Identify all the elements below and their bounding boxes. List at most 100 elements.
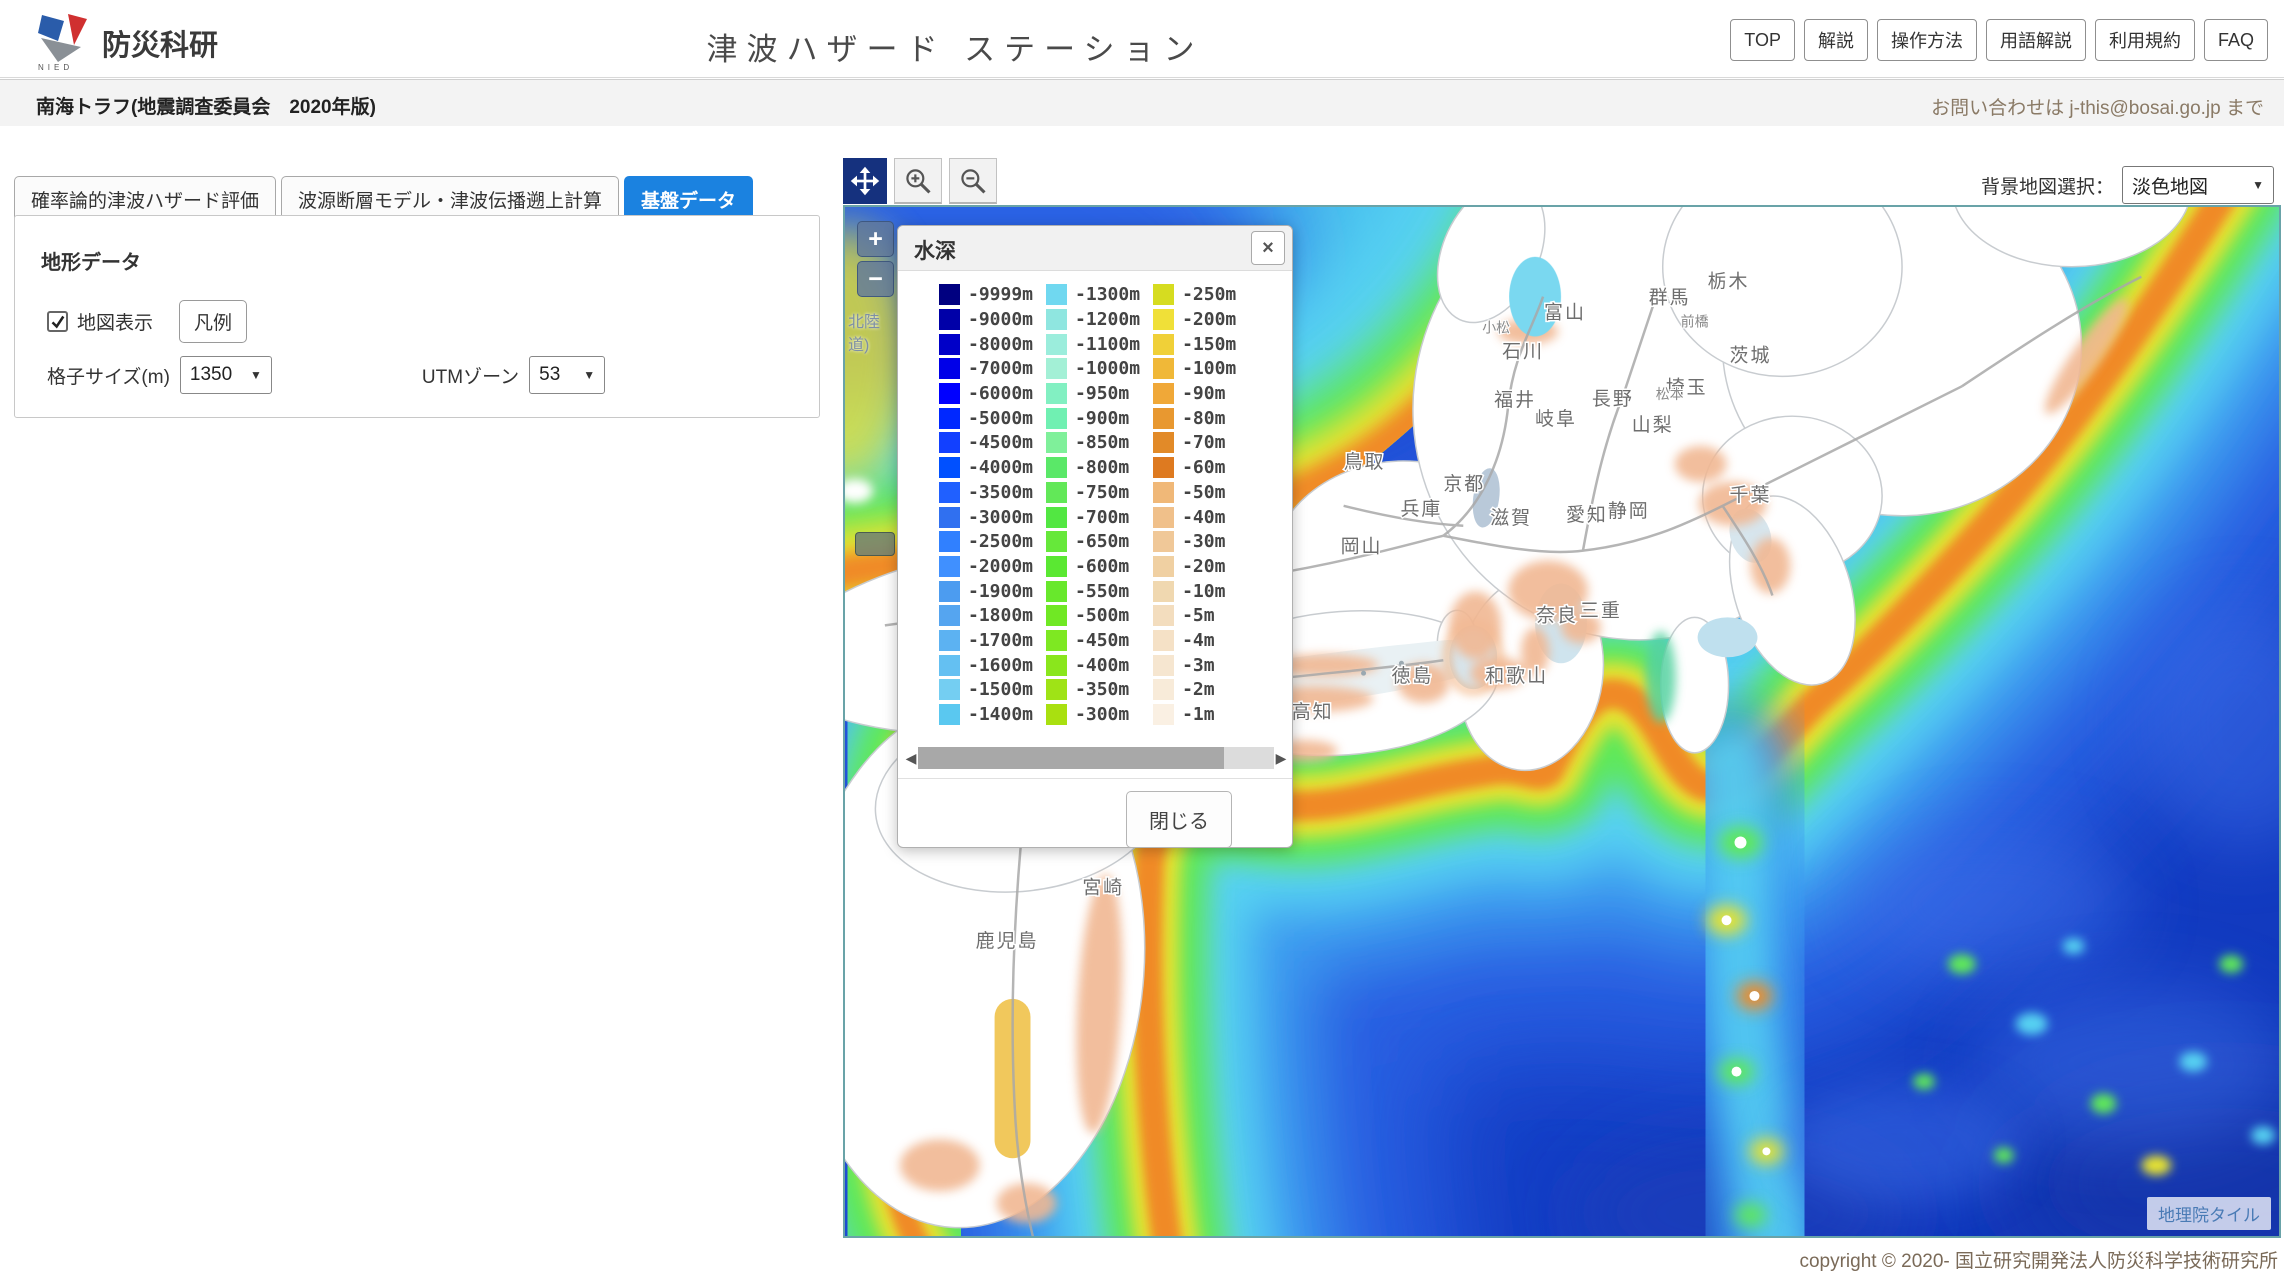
legend-depth-label: -40m <box>1182 507 1225 528</box>
legend-row: -450m <box>1046 630 1140 652</box>
dialog-title: 水深 <box>914 235 956 265</box>
nav-faq-button[interactable]: FAQ <box>2204 19 2268 61</box>
legend-row: -4500m <box>939 432 1033 454</box>
scroll-left-icon[interactable]: ◀ <box>904 750 918 767</box>
legend-swatch <box>1153 309 1174 330</box>
scrollbar-track[interactable] <box>918 747 1274 769</box>
map-label-群馬: 群馬 <box>1649 287 1691 309</box>
depth-legend-dialog: 水深 × -9999m-9000m-8000m-7000m-6000m-5000… <box>897 225 1293 848</box>
map-toolbar <box>843 158 997 204</box>
scrollbar-thumb[interactable] <box>918 747 1224 769</box>
close-icon: × <box>1262 237 1274 260</box>
nav-top-button[interactable]: TOP <box>1730 19 1795 61</box>
horizontal-scrollbar[interactable]: ◀ ▶ <box>904 746 1288 770</box>
legend-depth-label: -30m <box>1182 531 1225 552</box>
legend-swatch <box>1153 704 1174 725</box>
pan-tool-button[interactable] <box>843 158 887 204</box>
legend-swatch <box>939 655 960 676</box>
map-label-鳥取: 鳥取 <box>1344 451 1386 473</box>
legend-row: -2000m <box>939 556 1033 578</box>
map-zoom-in-button[interactable]: + <box>857 221 894 257</box>
legend-depth-label: -100m <box>1182 358 1236 379</box>
map-label-三重: 三重 <box>1580 599 1622 621</box>
legend-row: -1400m <box>939 704 1033 726</box>
map-display-checkbox[interactable] <box>47 311 68 332</box>
legend-column-1: -9999m-9000m-8000m-7000m-6000m-5000m-450… <box>939 284 1033 725</box>
legend-button[interactable]: 凡例 <box>179 300 247 343</box>
legend-row: -5m <box>1153 605 1236 627</box>
map-label-栃木: 栃木 <box>1708 271 1750 293</box>
dialog-close-button[interactable]: 閉じる <box>1126 791 1232 848</box>
map-label-長野: 長野 <box>1592 389 1634 410</box>
legend-swatch <box>939 383 960 404</box>
legend-row: -1800m <box>939 605 1033 627</box>
utm-zone-select[interactable]: 53 ▼ <box>529 356 605 394</box>
map-attribution[interactable]: 地理院タイル <box>2147 1197 2271 1230</box>
legend-depth-label: -5000m <box>968 408 1033 429</box>
legend-depth-label: -250m <box>1182 284 1236 305</box>
legend-depth-label: -4500m <box>968 432 1033 453</box>
map-display-label: 地図表示 <box>77 308 153 335</box>
legend-swatch <box>1153 507 1174 528</box>
legend-depth-label: -2000m <box>968 556 1033 577</box>
zoom-out-tool-button[interactable] <box>949 158 997 204</box>
legend-row: -1700m <box>939 630 1033 652</box>
legend-depth-label: -1900m <box>968 581 1033 602</box>
legend-depth-label: -80m <box>1182 408 1225 429</box>
map-city-label-前橋: 前橋 <box>1681 314 1709 330</box>
scroll-right-icon[interactable]: ▶ <box>1274 750 1288 767</box>
legend-row: -1000m <box>1046 358 1140 380</box>
legend-swatch <box>1046 383 1067 404</box>
legend-swatch <box>939 432 960 453</box>
legend-row: -650m <box>1046 531 1140 553</box>
copyright-text: copyright © 2020- 国立研究開発法人防災科学技術研究所 <box>1799 1246 2278 1273</box>
legend-swatch <box>1046 482 1067 503</box>
map-city-label-松本: 松本 <box>1656 386 1684 402</box>
legend-swatch <box>1046 507 1067 528</box>
magnifier-plus-icon <box>903 166 933 196</box>
legend-row: -80m <box>1153 407 1236 429</box>
legend-depth-label: -200m <box>1182 309 1236 330</box>
zoom-in-tool-button[interactable] <box>894 158 942 204</box>
nav-yougokaisetsu-button[interactable]: 用語解説 <box>1986 19 2086 61</box>
basemap-select[interactable]: 淡色地図 ▼ <box>2122 166 2274 204</box>
dialog-header[interactable]: 水深 × <box>898 226 1292 271</box>
map-label-高知: 高知 <box>1292 701 1334 723</box>
legend-depth-label: -1600m <box>968 655 1033 676</box>
legend-depth-label: -9000m <box>968 309 1033 330</box>
nav-kaisetsu-button[interactable]: 解説 <box>1804 19 1868 61</box>
legend-swatch <box>1153 531 1174 552</box>
legend-swatch <box>939 556 960 577</box>
basemap-selector-row: 背景地図選択： 淡色地図 ▼ <box>1981 166 2274 204</box>
map-city-label-小松: 小松 <box>1482 320 1510 336</box>
legend-swatch <box>939 358 960 379</box>
legend-depth-label: -1700m <box>968 630 1033 651</box>
nav-riyoukiyaku-button[interactable]: 利用規約 <box>2095 19 2195 61</box>
chevron-down-icon: ▼ <box>250 368 262 382</box>
legend-row: -300m <box>1046 704 1140 726</box>
legend-swatch <box>1046 556 1067 577</box>
grid-size-select[interactable]: 1350 ▼ <box>180 356 272 394</box>
legend-swatch <box>939 704 960 725</box>
legend-swatch <box>939 482 960 503</box>
utm-zone-label: UTMゾーン <box>422 362 519 389</box>
map-label-鹿児島: 鹿児島 <box>976 930 1039 952</box>
map-label-岐阜: 岐阜 <box>1535 408 1577 430</box>
legend-depth-label: -10m <box>1182 581 1225 602</box>
legend-swatch <box>1046 284 1067 305</box>
legend-depth-label: -70m <box>1182 432 1225 453</box>
legend-row: -550m <box>1046 580 1140 602</box>
legend-row: -90m <box>1153 383 1236 405</box>
nav-sousahouhou-button[interactable]: 操作方法 <box>1877 19 1977 61</box>
dialog-close-x-button[interactable]: × <box>1251 231 1285 265</box>
legend-depth-label: -60m <box>1182 457 1225 478</box>
legend-depth-label: -1400m <box>968 704 1033 725</box>
map-scale-control[interactable] <box>855 532 895 556</box>
legend-row: -1900m <box>939 580 1033 602</box>
map-label-奈良: 奈良 <box>1536 604 1578 626</box>
map-zoom-out-button[interactable]: − <box>857 261 894 297</box>
legend-depth-label: -9999m <box>968 284 1033 305</box>
legend-row: -4m <box>1153 630 1236 652</box>
legend-swatch <box>939 457 960 478</box>
legend-row: -30m <box>1153 531 1236 553</box>
